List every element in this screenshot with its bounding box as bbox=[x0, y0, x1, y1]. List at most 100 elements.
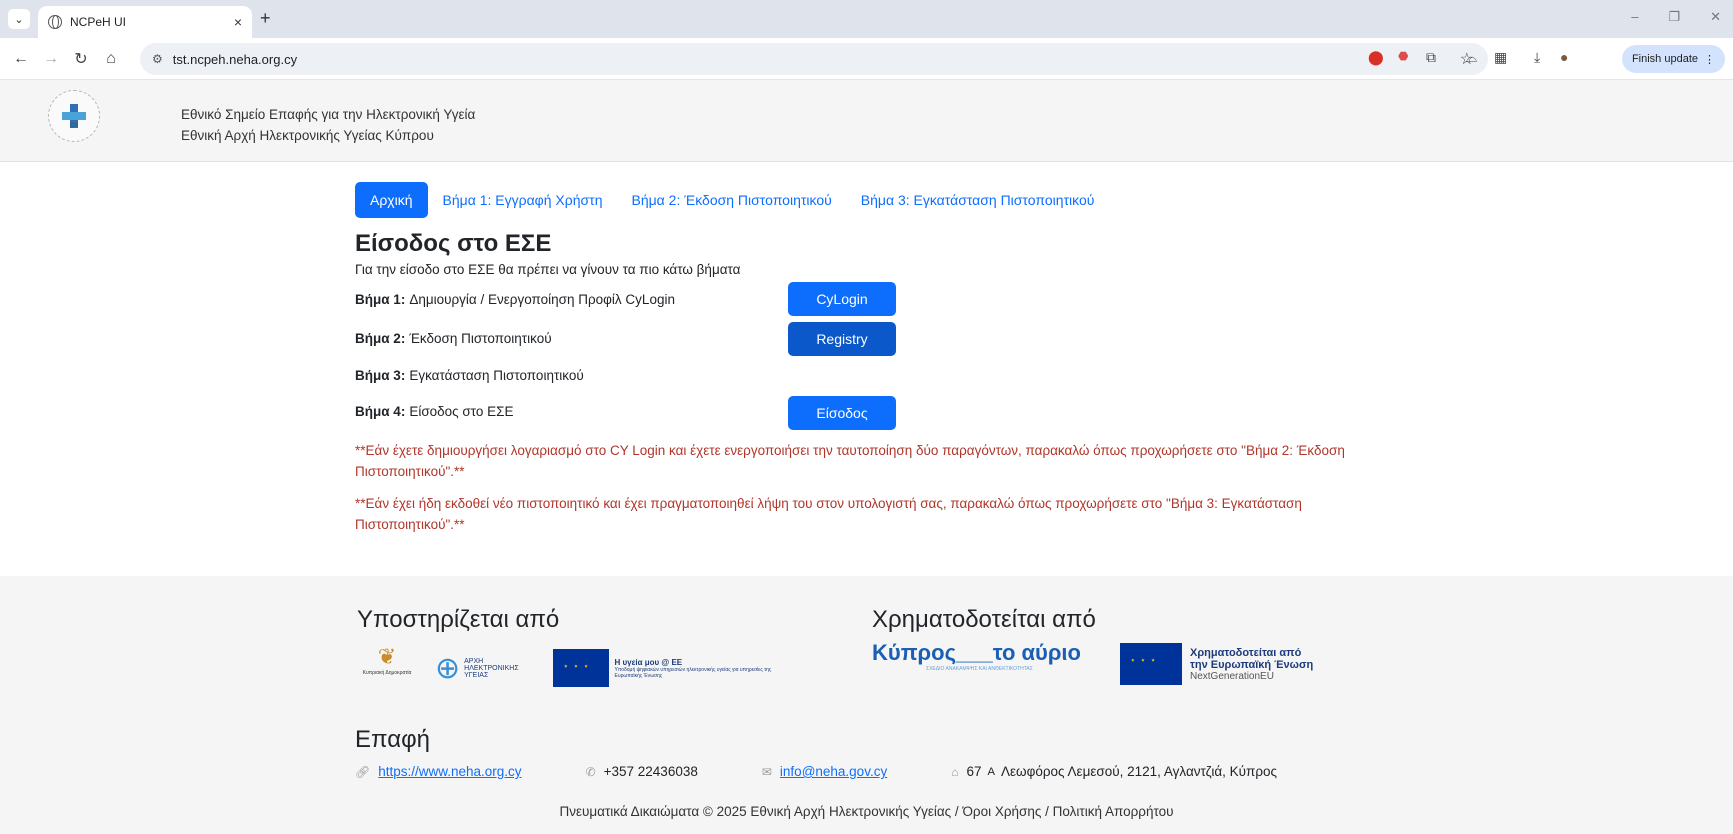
link-icon: 🔗︎ bbox=[355, 764, 371, 779]
browser-tabstrip: ⌄ NCPeH UI × + – ❐ ✕ bbox=[0, 0, 1733, 38]
tab-search-button[interactable]: ⌄ bbox=[8, 9, 30, 29]
step-3-label: Βήμα 3: bbox=[355, 367, 406, 383]
site-footer: Υποστηρίζεται από ❦ Κυπριακή Δημοκρατία … bbox=[0, 576, 1733, 834]
eu-funded-line2: την Ευρωπαϊκή Ένωση bbox=[1190, 658, 1314, 671]
note-step3: **Εάν έχει ήδη εκδοθεί νέο πιστοποιητικό… bbox=[355, 496, 1302, 532]
home-icon[interactable]: ⌂ bbox=[96, 50, 126, 68]
eu-health-title: Η υγεία μου @ ΕΕ bbox=[614, 657, 683, 667]
supported-by-section: Υποστηρίζεται από ❦ Κυπριακή Δημοκρατία … bbox=[357, 606, 783, 692]
website-link[interactable]: https://www.neha.org.cy bbox=[378, 764, 521, 779]
restore-icon[interactable]: ❐ bbox=[1668, 9, 1680, 25]
forward-icon[interactable]: → bbox=[36, 50, 66, 68]
note-step2: **Εάν έχετε δημιουργήσει λογαριασμό στο … bbox=[355, 443, 1345, 479]
email-link[interactable]: info@neha.gov.cy bbox=[780, 764, 887, 779]
org-line-2: Εθνική Αρχή Ηλεκτρονικής Υγείας Κύπρου bbox=[181, 128, 434, 143]
eu-flag-icon-2 bbox=[1120, 643, 1182, 685]
building-icon: ⌂ bbox=[951, 764, 959, 779]
nav-step3[interactable]: Βήμα 3: Εγκατάσταση Πιστοποιητικού bbox=[861, 192, 1095, 208]
login-button[interactable]: Είσοδος bbox=[788, 396, 896, 430]
window-controls: – ❐ ✕ bbox=[1631, 9, 1721, 25]
eu-funded-line3: NextGenerationEU bbox=[1190, 670, 1274, 682]
coat-of-arms-icon: ❦ bbox=[377, 644, 397, 669]
nav-step1[interactable]: Βήμα 1: Εγγραφή Χρήστη bbox=[443, 192, 603, 208]
steps-list: Βήμα 1: Δημιουργία / Ενεργοποίηση Προφίλ… bbox=[355, 279, 1395, 430]
contact-section: Επαφή 🔗︎ https://www.neha.org.cy ✆ +357 … bbox=[355, 726, 1277, 779]
kypros-label: Κύπρος___το αύριο bbox=[872, 640, 1081, 665]
step-1-label: Βήμα 1: bbox=[355, 291, 406, 307]
step-2-text: Έκδοση Πιστοποιητικού bbox=[409, 330, 552, 346]
finish-update-button[interactable]: Finish update ⋮ bbox=[1621, 45, 1725, 73]
ehealth-authority-logo: ⊕ ΑΡΧΗ ΗΛΕΚΤΡΟΝΙΚΗΣ ΥΓΕΙΑΣ bbox=[435, 644, 535, 692]
incognito-icon[interactable]: ⌓ bbox=[1466, 49, 1477, 66]
copyright: Πνευματικά Δικαιώματα © 2025 Εθνική Αρχή… bbox=[559, 804, 1174, 819]
org-line-1: Εθνικό Σημείο Επαφής για την Ηλεκτρονική… bbox=[181, 107, 476, 122]
kypros-to-avrio-logo: Κύπρος___το αύριο ΣΧΕΔΙΟ ΑΝΑΚΑΜΨΗΣ ΚΑΙ Α… bbox=[872, 640, 1102, 688]
phone-icon: ✆ bbox=[585, 764, 596, 779]
more-menu-icon[interactable]: ⋮ bbox=[1704, 53, 1715, 66]
site-info-icon[interactable]: ⚙ bbox=[152, 52, 163, 66]
address-bar[interactable]: ⚙ tst.ncpeh.neha.org.cy ☆ bbox=[140, 43, 1488, 75]
cyprus-republic-label: Κυπριακή Δημοκρατία bbox=[362, 670, 412, 676]
address-superscript: Α bbox=[987, 765, 995, 778]
step-2-row: Βήμα 2: Έκδοση Πιστοποιητικού Registry bbox=[355, 319, 1395, 357]
finish-update-label: Finish update bbox=[1631, 53, 1698, 65]
mail-icon: ✉ bbox=[761, 764, 772, 779]
browser-toolbar: ← → ↻ ⌂ ⚙ tst.ncpeh.neha.org.cy ☆ ⬤ ⬣ ⧉ … bbox=[0, 38, 1733, 80]
step-4-text: Είσοδος στο ΕΣΕ bbox=[409, 403, 514, 419]
back-icon[interactable]: ← bbox=[6, 50, 36, 68]
authority-label: ΑΡΧΗ ΗΛΕΚΤΡΟΝΙΚΗΣ ΥΓΕΙΑΣ bbox=[464, 657, 519, 679]
new-tab-button[interactable]: + bbox=[260, 8, 271, 29]
tab-close-icon[interactable]: × bbox=[234, 14, 242, 30]
eu-health-sub: Υποδομή ψηφιακών υπηρεσιών ηλεκτρονικής … bbox=[614, 666, 772, 679]
neha-logo[interactable]: CY bbox=[48, 90, 100, 142]
browser-tab[interactable]: NCPeH UI × bbox=[38, 6, 252, 38]
page-title: Είσοδος στο ΕΣΕ bbox=[355, 230, 552, 257]
tab-title: NCPeH UI bbox=[70, 15, 127, 29]
url-text: tst.ncpeh.neha.org.cy bbox=[172, 51, 298, 67]
phone-number: +357 22436038 bbox=[603, 764, 698, 779]
step-4-label: Βήμα 4: bbox=[355, 403, 406, 419]
minimize-icon[interactable]: – bbox=[1631, 9, 1638, 25]
nav-home[interactable]: Αρχική bbox=[355, 182, 428, 218]
kypros-sub: ΣΧΕΔΙΟ ΑΝΑΚΑΜΨΗΣ ΚΑΙ ΑΝΘΕΚΤΙΚΟΤΗΤΑΣ bbox=[926, 666, 1033, 672]
step-2-label: Βήμα 2: bbox=[355, 330, 406, 346]
registry-button[interactable]: Registry bbox=[788, 322, 896, 356]
address-text: Λεωφόρος Λεμεσού, 2121, Αγλαντζιά, Κύπρο… bbox=[1001, 764, 1278, 779]
close-window-icon[interactable]: ✕ bbox=[1710, 9, 1721, 25]
download-icon[interactable]: ⤓ bbox=[1534, 49, 1540, 66]
cylogin-button[interactable]: CyLogin bbox=[788, 282, 896, 316]
eu-flag-icon bbox=[553, 649, 609, 687]
step-4-row: Βήμα 4: Είσοδος στο ΕΣΕ Είσοδος bbox=[355, 393, 1395, 430]
opera-extension-icon[interactable]: ⬤ bbox=[1368, 49, 1384, 66]
address-number: 67 bbox=[966, 764, 982, 779]
site-header: CY Εθνικό Σημείο Επαφής για την Ηλεκτρον… bbox=[0, 80, 1733, 162]
supporter-logos: ❦ Κυπριακή Δημοκρατία ⊕ ΑΡΧΗ ΗΛΕΚΤΡΟΝΙΚΗ… bbox=[357, 644, 783, 692]
globe-icon bbox=[48, 15, 62, 29]
eu-health-logo: Η υγεία μου @ ΕΕ Υποδομή ψηφιακών υπηρεσ… bbox=[553, 644, 783, 692]
main-content: Αρχική Βήμα 1: Εγγραφή Χρήστη Βήμα 2: Έκ… bbox=[355, 182, 1395, 535]
contact-row: 🔗︎ https://www.neha.org.cy ✆ +357 224360… bbox=[355, 764, 1277, 779]
profile-avatar[interactable]: ● bbox=[1560, 49, 1568, 65]
next-generation-eu-logo: Χρηματοδοτείται από την Ευρωπαϊκή Ένωση … bbox=[1120, 640, 1350, 688]
eu-funded-line1: Χρηματοδοτείται από bbox=[1190, 646, 1302, 659]
funder-logos: Κύπρος___το αύριο ΣΧΕΔΙΟ ΑΝΑΚΑΜΨΗΣ ΚΑΙ Α… bbox=[872, 640, 1350, 688]
funded-by-section: Χρηματοδοτείται από Κύπρος___το αύριο ΣΧ… bbox=[872, 606, 1350, 688]
globe-person-icon: ⊕ bbox=[435, 651, 461, 685]
supported-by-heading: Υποστηρίζεται από bbox=[357, 606, 560, 633]
nav-step2[interactable]: Βήμα 2: Έκδοση Πιστοποιητικού bbox=[631, 192, 831, 208]
extensions-icon[interactable]: ⧉ bbox=[1426, 49, 1436, 66]
step-1-row: Βήμα 1: Δημιουργία / Ενεργοποίηση Προφίλ… bbox=[355, 279, 1395, 319]
step-1-text: Δημιουργία / Ενεργοποίηση Προφίλ CyLogin bbox=[409, 291, 675, 307]
step-navigation: Αρχική Βήμα 1: Εγγραφή Χρήστη Βήμα 2: Έκ… bbox=[355, 182, 1395, 218]
cyprus-republic-logo: ❦ Κυπριακή Δημοκρατία bbox=[357, 644, 417, 692]
step-3-row: Βήμα 3: Εγκατάσταση Πιστοποιητικού bbox=[355, 357, 1395, 393]
logo-text: CY bbox=[69, 123, 79, 129]
step-3-text: Εγκατάσταση Πιστοποιητικού bbox=[409, 367, 584, 383]
intro-text: Για την είσοδο στο ΕΣΕ θα πρέπει να γίνο… bbox=[355, 262, 741, 277]
reload-icon[interactable]: ↻ bbox=[66, 49, 96, 69]
funded-by-heading: Χρηματοδοτείται από bbox=[872, 606, 1096, 633]
qr-code-icon[interactable]: ▦ bbox=[1494, 49, 1507, 66]
contact-heading: Επαφή bbox=[355, 726, 431, 753]
adblock-extension-icon[interactable]: ⬣ bbox=[1398, 49, 1408, 63]
organization-name: Εθνικό Σημείο Επαφής για την Ηλεκτρονική… bbox=[181, 104, 475, 146]
